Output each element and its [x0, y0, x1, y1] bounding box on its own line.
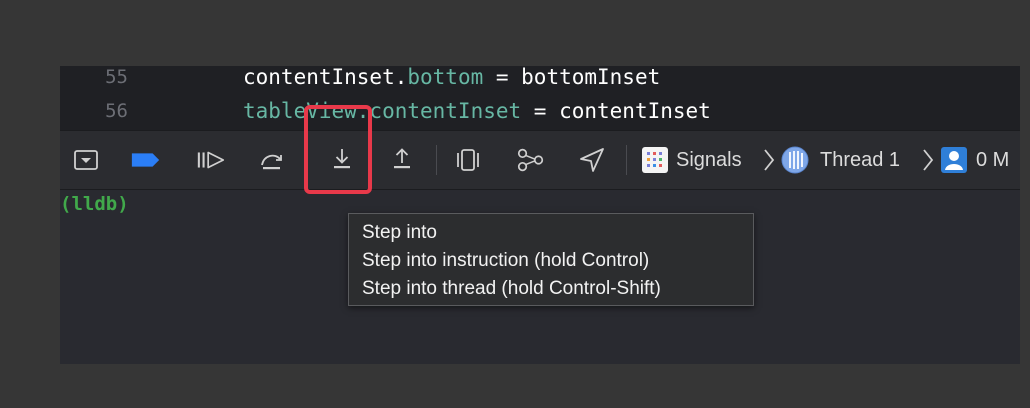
debug-view-hierarchy-button[interactable] — [452, 145, 484, 175]
debug-memory-graph-button[interactable] — [515, 145, 547, 175]
step-over-button[interactable] — [256, 145, 288, 175]
view-debugger-icon — [457, 149, 479, 171]
debug-toolbar: Signals Thread 1 0 M — [60, 130, 1020, 190]
simulate-location-button[interactable] — [576, 145, 608, 175]
line-number: 55 — [105, 66, 128, 88]
step-into-highlight — [304, 105, 372, 194]
step-out-button[interactable] — [386, 145, 418, 175]
breadcrumb-frame-label: 0 M — [976, 148, 1010, 171]
user-frame-icon — [941, 147, 967, 173]
step-out-icon — [394, 148, 410, 169]
breadcrumb-app[interactable]: Signals — [640, 145, 742, 175]
step-into-tooltip: Step into Step into instruction (hold Co… — [348, 213, 754, 306]
breakpoints-toggle-button[interactable] — [130, 145, 162, 175]
chevron-right-icon — [763, 145, 775, 175]
toolbar-separator — [436, 145, 437, 175]
tooltip-line: Step into — [362, 222, 437, 243]
breadcrumb-thread-label: Thread 1 — [820, 148, 901, 171]
lldb-prompt: (lldb) — [60, 193, 129, 215]
code-text: contentInset.bottom = bottomInset — [243, 66, 661, 89]
memory-graph-icon — [517, 148, 544, 172]
chevron-right-icon — [922, 145, 934, 175]
tooltip-line: Step into thread (hold Control-Shift) — [362, 278, 661, 299]
toolbar-separator — [626, 145, 627, 175]
step-over-icon — [261, 154, 282, 170]
breadcrumb-thread[interactable]: Thread 1 — [780, 145, 900, 175]
breakpoint-icon — [131, 153, 160, 167]
code-editor[interactable]: 55 contentInset.bottom = bottomInset 56 … — [60, 66, 1020, 130]
hide-debug-area-icon — [74, 150, 98, 170]
breadcrumb-frame[interactable]: 0 M — [940, 145, 1009, 175]
code-line-56: 56 tableView.contentInset = contentInset — [60, 94, 1020, 128]
location-icon — [580, 148, 604, 172]
breadcrumb-app-label: Signals — [676, 148, 742, 171]
tooltip-line: Step into instruction (hold Control) — [362, 250, 650, 271]
continue-button[interactable] — [195, 145, 227, 175]
line-number: 56 — [105, 100, 128, 122]
app-icon — [642, 147, 668, 173]
continue-icon — [197, 151, 225, 169]
thread-icon — [781, 146, 809, 174]
code-line-55: 55 contentInset.bottom = bottomInset — [60, 66, 1020, 94]
hide-debug-area-button[interactable] — [70, 145, 102, 175]
